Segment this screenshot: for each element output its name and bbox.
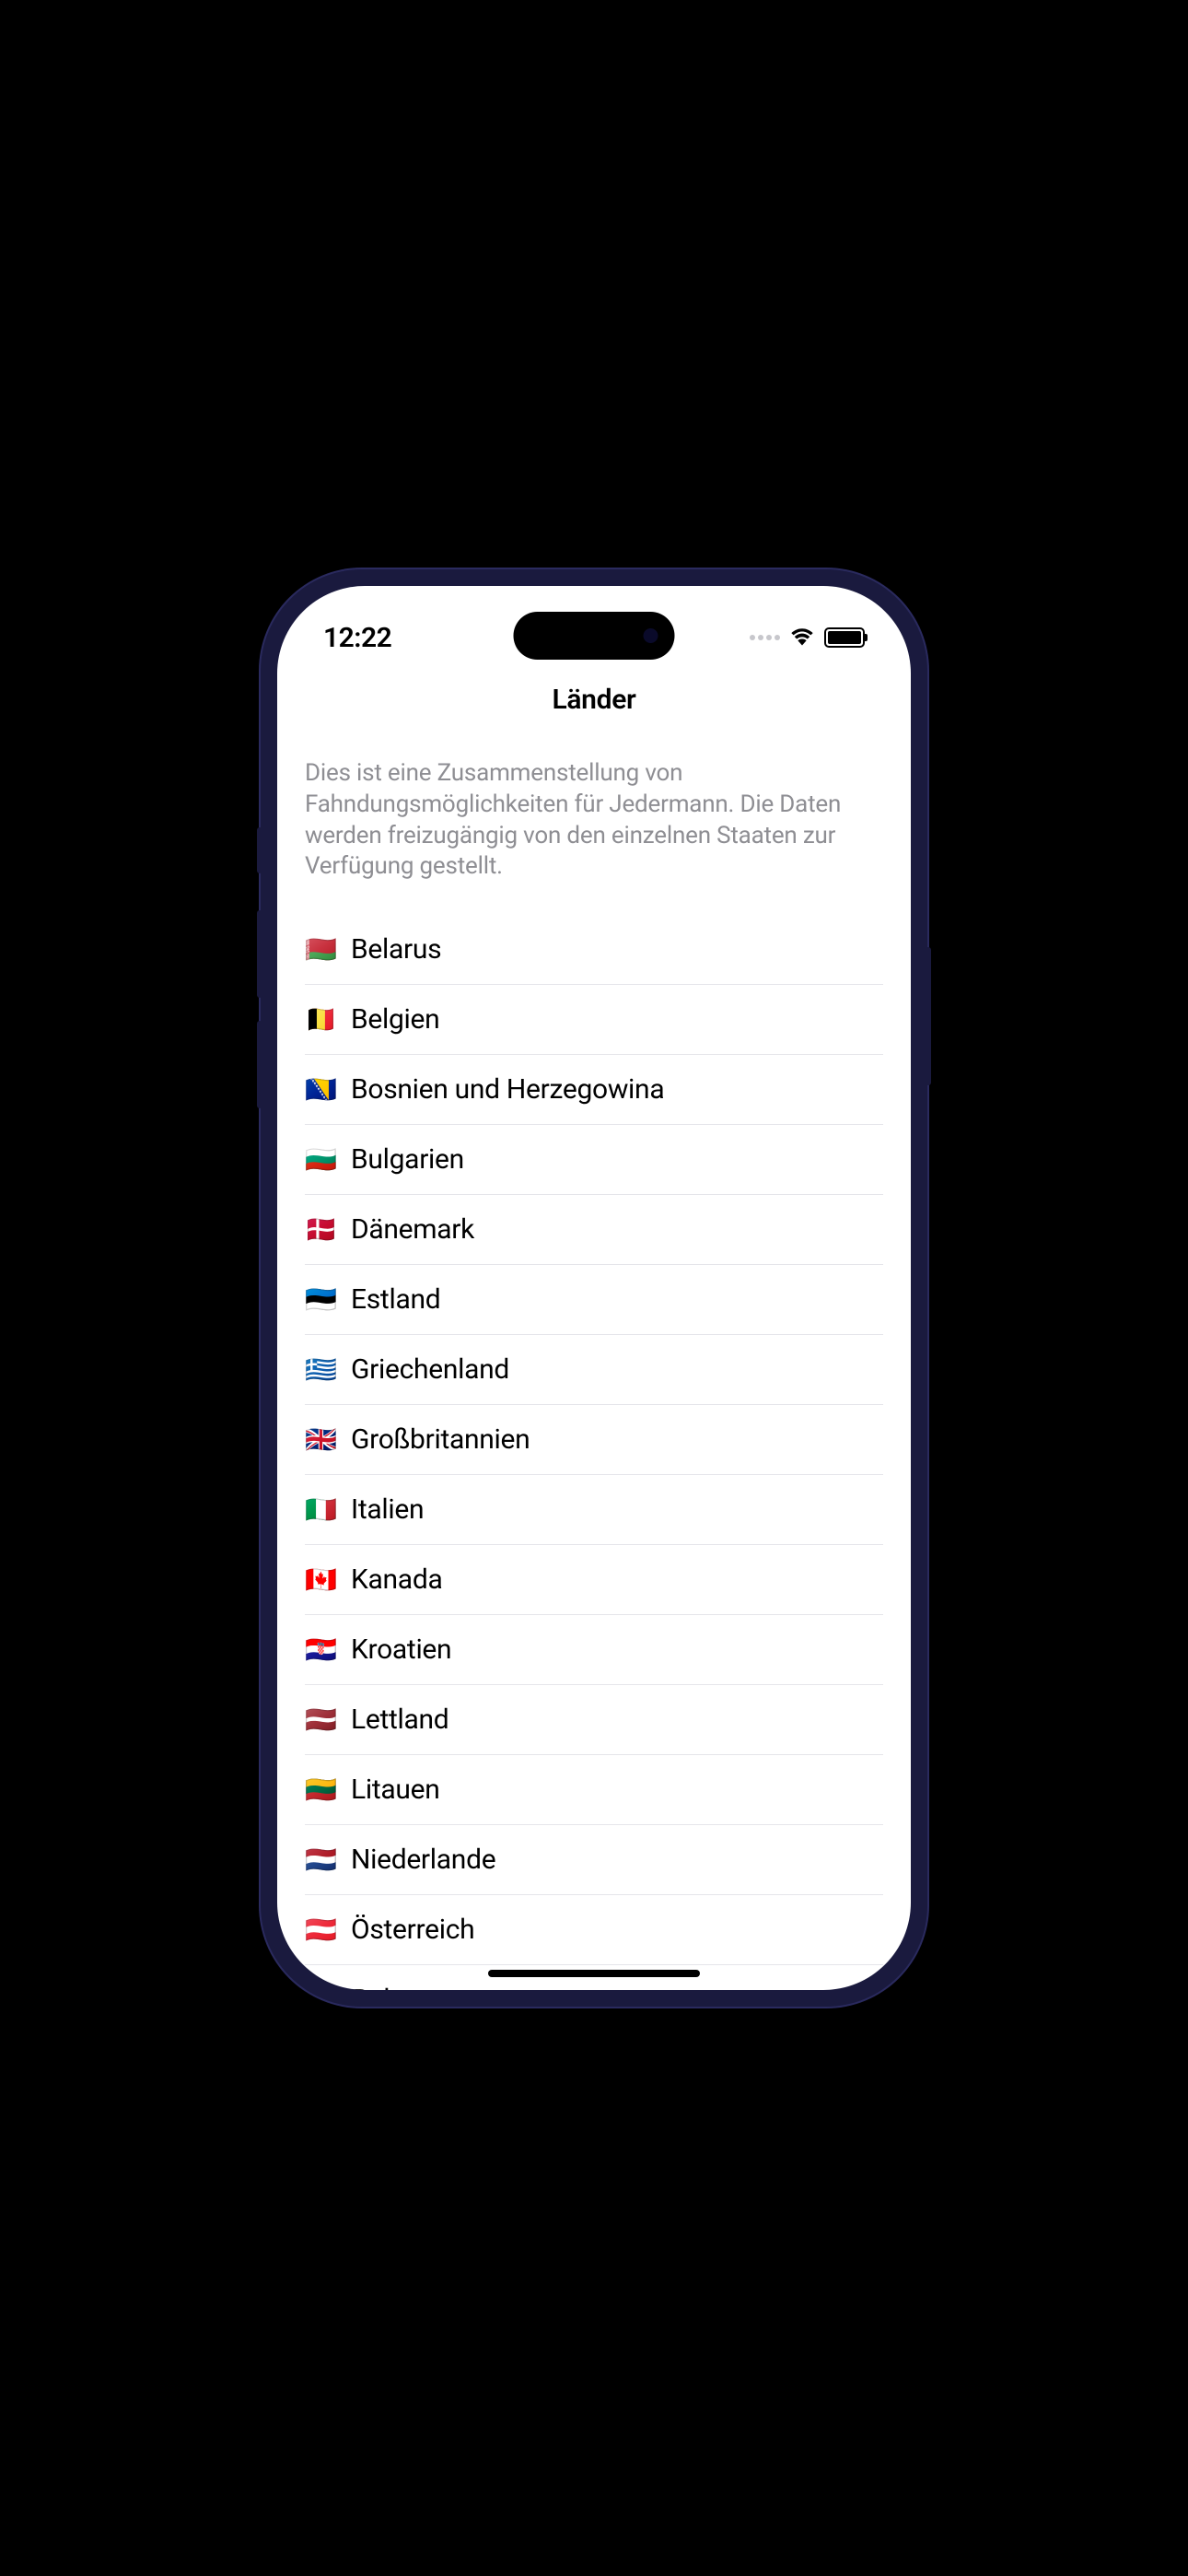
country-list: 🇧🇾 Belarus 🇧🇪 Belgien 🇧🇦 Bosnien und Herzegow… (305, 915, 883, 1990)
home-indicator[interactable] (488, 1970, 700, 1977)
country-name: Lettland (351, 1704, 448, 1736)
power-button[interactable] (926, 947, 931, 1085)
country-item[interactable]: 🇱🇹 Litauen (305, 1755, 883, 1825)
flag-icon: 🇬🇧 (305, 1424, 334, 1455)
wifi-icon (789, 626, 815, 650)
country-name: Österreich (351, 1914, 474, 1946)
country-name: Kroatien (351, 1633, 451, 1666)
cellular-signal-icon (750, 635, 780, 640)
flag-icon: 🇮🇹 (305, 1494, 334, 1525)
flag-icon: 🇭🇷 (305, 1634, 334, 1665)
flag-icon: 🇱🇻 (305, 1704, 334, 1735)
screen: 12:22 Länder Di (277, 586, 911, 1990)
flag-icon: 🇧🇪 (305, 1004, 334, 1035)
flag-icon: 🇬🇷 (305, 1354, 334, 1385)
country-name: Belgien (351, 1003, 439, 1036)
flag-icon: 🇳🇱 (305, 1844, 334, 1875)
country-name: Großbritannien (351, 1423, 530, 1456)
country-name: Dänemark (351, 1213, 474, 1246)
country-item[interactable]: 🇬🇧 Großbritannien (305, 1405, 883, 1475)
status-indicators (750, 626, 865, 650)
flag-icon: 🇧🇾 (305, 934, 334, 965)
country-item[interactable]: 🇪🇪 Estland (305, 1265, 883, 1335)
country-item[interactable]: 🇬🇷 Griechenland (305, 1335, 883, 1405)
country-name: Italien (351, 1493, 424, 1526)
flag-icon: 🇦🇹 (305, 1914, 334, 1945)
volume-down-button[interactable] (257, 1021, 262, 1108)
battery-icon (824, 627, 865, 648)
navigation-bar: Länder (277, 669, 911, 738)
country-item[interactable]: 🇦🇹 Österreich (305, 1895, 883, 1965)
flag-icon: 🇩🇰 (305, 1214, 334, 1245)
country-item[interactable]: 🇩🇰 Dänemark (305, 1195, 883, 1265)
silent-switch[interactable] (257, 827, 262, 873)
country-item[interactable]: 🇮🇹 Italien (305, 1475, 883, 1545)
content-area[interactable]: Dies ist eine Zusammenstellung von Fahnd… (277, 738, 911, 1990)
country-name: Kanada (351, 1563, 442, 1596)
page-title: Länder (277, 684, 911, 716)
country-name: Bulgarien (351, 1143, 464, 1176)
device-frame: 12:22 Länder Di (261, 569, 927, 2007)
country-item[interactable]: 🇧🇾 Belarus (305, 915, 883, 985)
country-item[interactable]: 🇳🇱 Niederlande (305, 1825, 883, 1895)
country-name: Litauen (351, 1774, 440, 1806)
country-name: Estland (351, 1283, 440, 1316)
flag-icon: 🇧🇦 (305, 1074, 334, 1105)
country-item[interactable]: 🇭🇷 Kroatien (305, 1615, 883, 1685)
dynamic-island (514, 612, 675, 660)
description-text: Dies ist eine Zusammenstellung von Fahnd… (305, 738, 883, 915)
country-name: Niederlande (351, 1844, 495, 1876)
country-item[interactable]: 🇧🇦 Bosnien und Herzegowina (305, 1055, 883, 1125)
flag-icon: 🇱🇹 (305, 1774, 334, 1805)
flag-icon: 🇨🇦 (305, 1564, 334, 1595)
status-time: 12:22 (323, 622, 391, 654)
flag-icon: 🇧🇬 (305, 1144, 334, 1175)
flag-icon: 🇵🇱 (305, 1985, 334, 1990)
country-item[interactable]: 🇨🇦 Kanada (305, 1545, 883, 1615)
country-item[interactable]: 🇱🇻 Lettland (305, 1685, 883, 1755)
flag-icon: 🇪🇪 (305, 1284, 334, 1315)
country-name: Belarus (351, 933, 441, 966)
country-name: Polen (351, 1984, 419, 1990)
country-name: Bosnien und Herzegowina (351, 1073, 664, 1106)
country-item[interactable]: 🇧🇪 Belgien (305, 985, 883, 1055)
country-item[interactable]: 🇧🇬 Bulgarien (305, 1125, 883, 1195)
country-name: Griechenland (351, 1353, 509, 1386)
volume-up-button[interactable] (257, 910, 262, 998)
